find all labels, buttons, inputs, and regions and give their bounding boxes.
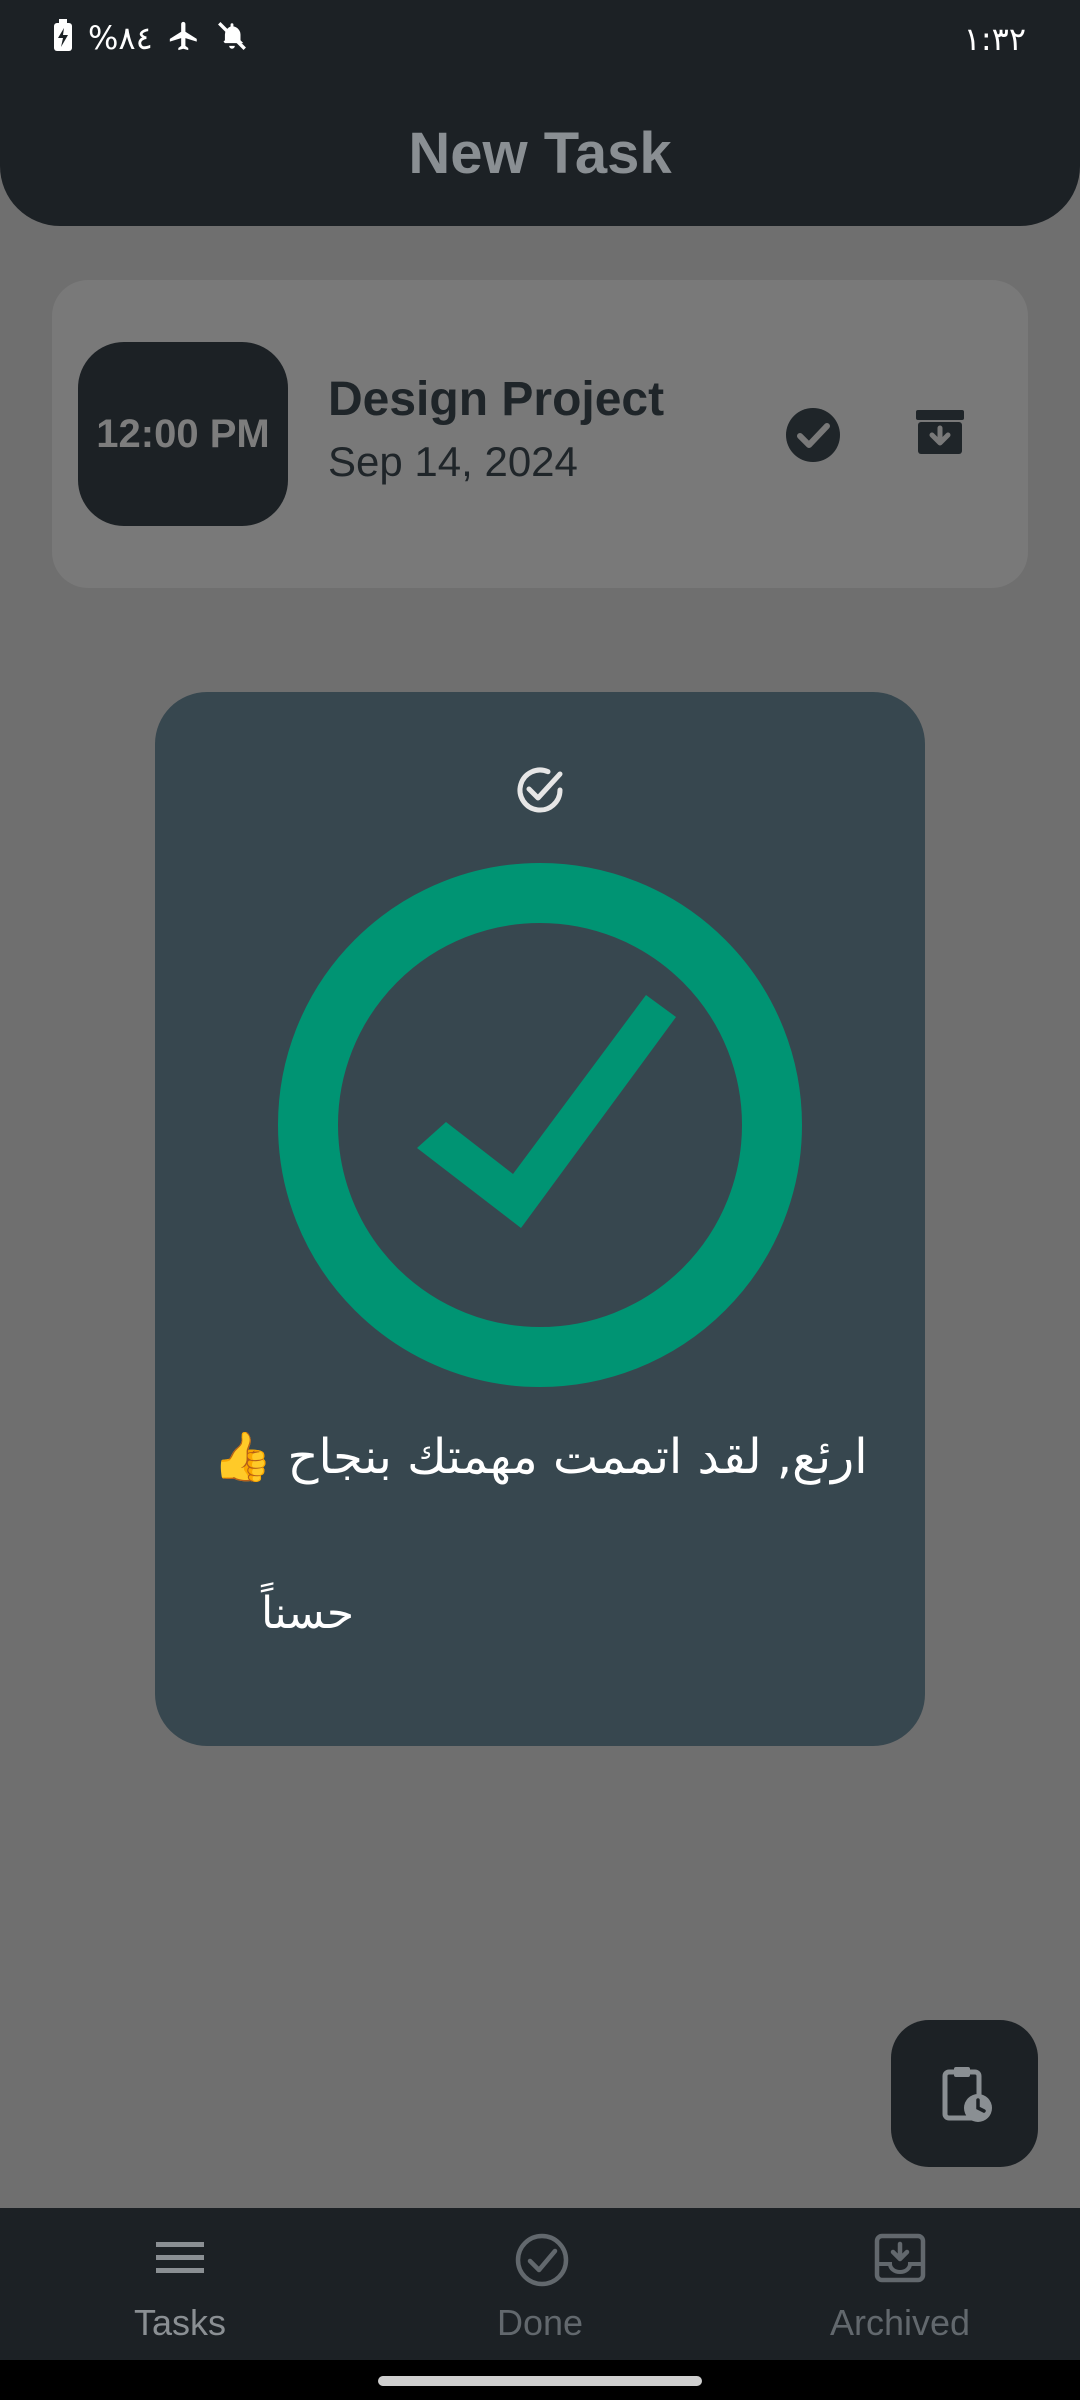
success-message: ارئع, لقد اتممت مهمتك بنجاح 👍 xyxy=(212,1429,868,1485)
archive-icon xyxy=(874,2233,926,2283)
check-circle-icon xyxy=(786,408,840,462)
task-time-badge: 12:00 PM xyxy=(78,342,288,526)
nav-label-tasks: Tasks xyxy=(133,2302,227,2343)
status-time: ١:٣٢ xyxy=(963,20,1026,58)
task-time: 12:00 PM xyxy=(96,411,270,456)
page-title: New Task xyxy=(408,121,672,186)
menu-icon xyxy=(156,2242,204,2273)
nav-label-archived: Archived xyxy=(829,2302,971,2343)
task-title: Design Project xyxy=(328,373,665,426)
mute-icon xyxy=(215,19,249,57)
ok-button[interactable]: حسناً xyxy=(255,1588,360,1639)
battery-percent: %٨٤ xyxy=(88,19,153,57)
status-icons: %٨٤ xyxy=(52,18,249,58)
nav-item-tasks[interactable]: Tasks xyxy=(0,2208,360,2360)
nav-item-done[interactable]: Done xyxy=(360,2208,720,2360)
check-circle-outline-icon xyxy=(517,767,563,813)
task-date: Sep 14, 2024 xyxy=(328,438,578,485)
bottom-navigation: Tasks Done Archived xyxy=(0,2208,1080,2360)
nav-item-archived[interactable]: Archived xyxy=(720,2208,1080,2360)
nav-label-done: Done xyxy=(496,2302,584,2343)
success-dialog: ارئع, لقد اتممت مهمتك بنجاح 👍 حسناً xyxy=(155,692,925,1746)
archive-icon xyxy=(916,410,964,454)
home-indicator[interactable] xyxy=(378,2376,702,2386)
mark-done-button[interactable] xyxy=(782,404,844,466)
app-bar: New Task xyxy=(0,60,1080,226)
check-circle-outline-icon xyxy=(515,2233,569,2287)
task-card[interactable]: 12:00 PM Design Project Sep 14, 2024 xyxy=(52,280,1028,588)
add-task-fab[interactable] xyxy=(891,2020,1038,2167)
battery-charging-icon xyxy=(52,19,74,57)
archive-task-button[interactable] xyxy=(912,404,968,460)
clipboard-clock-icon xyxy=(942,2066,992,2122)
check-circle-large-icon xyxy=(278,863,802,1387)
gesture-area xyxy=(0,2360,1080,2400)
airplane-icon xyxy=(167,19,201,57)
